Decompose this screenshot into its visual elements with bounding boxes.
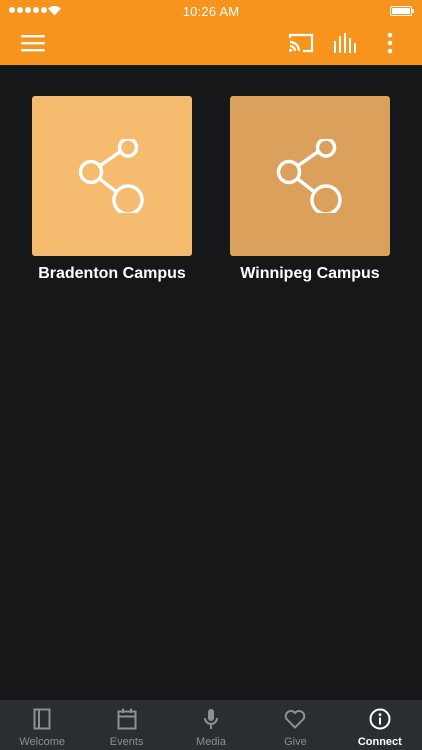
more-options-button[interactable] (376, 30, 404, 56)
cast-icon (288, 33, 314, 53)
tab-label: Welcome (19, 736, 66, 748)
share-icon (78, 139, 144, 213)
tab-events[interactable]: Events (84, 700, 168, 750)
calendar-icon (117, 708, 137, 730)
microphone-icon (204, 709, 219, 729)
campus-tile-bradenton[interactable]: Bradenton Campus (32, 96, 192, 283)
share-icon (276, 139, 342, 213)
tab-media[interactable]: Media (169, 700, 253, 750)
tile-image (230, 96, 390, 256)
tab-label: Events (109, 736, 144, 748)
tile-image (32, 96, 192, 256)
top-app-bar: 10:26 AM (0, 0, 422, 65)
status-time: 10:26 AM (182, 4, 240, 19)
tab-label: Connect (357, 736, 402, 748)
bottom-tab-bar: Welcome Events Media Give Connect (0, 700, 422, 750)
cast-button[interactable] (287, 30, 315, 56)
tab-give[interactable]: Give (253, 700, 337, 750)
tile-label: Bradenton Campus (38, 265, 186, 282)
battery-icon (390, 6, 414, 16)
status-bar: 10:26 AM (0, 0, 422, 22)
tab-label: Media (196, 736, 226, 748)
book-icon (33, 708, 51, 730)
audio-button[interactable] (331, 30, 359, 56)
menu-button[interactable] (19, 30, 47, 56)
info-icon (369, 708, 391, 730)
campus-tile-winnipeg[interactable]: Winnipeg Campus (230, 96, 390, 283)
tab-welcome[interactable]: Welcome (0, 700, 84, 750)
more-vertical-icon (387, 32, 393, 54)
tab-label: Give (284, 736, 307, 748)
menu-icon (21, 35, 45, 52)
app-screen: 10:26 AM Bradenton Campus Winnipeg Campu… (0, 0, 422, 750)
equalizer-icon (334, 33, 356, 53)
tile-label: Winnipeg Campus (240, 265, 380, 282)
heart-icon (285, 710, 306, 729)
tab-connect[interactable]: Connect (338, 700, 422, 750)
